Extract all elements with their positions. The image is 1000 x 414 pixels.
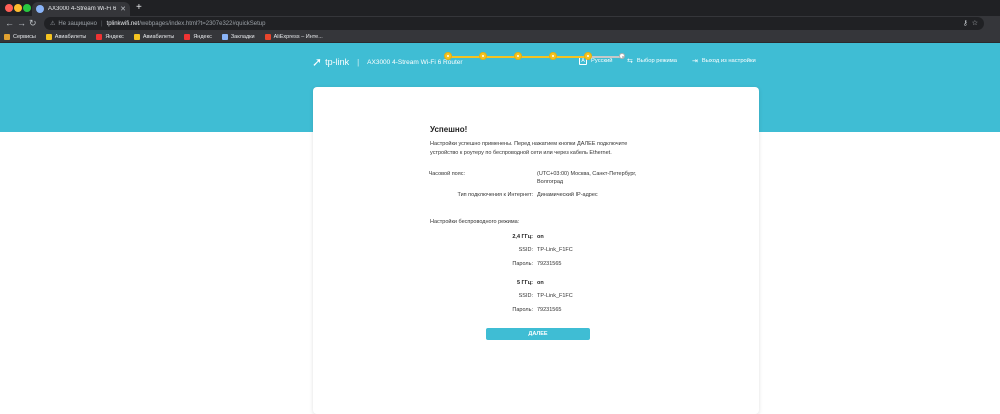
browser-toolbar: ← → ↻ ⚠ Не защищено | tplinkwifi.net /we… xyxy=(0,16,1000,31)
band5-password-label: Пароль: xyxy=(512,307,533,313)
maximize-window-button[interactable] xyxy=(23,4,31,12)
bookmark-label: Авиабилеты xyxy=(142,33,175,40)
bookmark-avia-1[interactable]: Авиабилеты xyxy=(45,33,87,40)
band24-ssid-label: SSID: xyxy=(518,247,533,253)
tplink-logo: ➚ tp-link | AX3000 4-Stream Wi-Fi 6 Rout… xyxy=(312,55,463,69)
band5-password: 79231565 xyxy=(537,307,562,313)
step-6 xyxy=(619,53,625,59)
timezone-value: (UTC+03:00) Москва, Санкт-Петербург, Вол… xyxy=(537,171,637,185)
tab-favicon-icon xyxy=(36,5,44,13)
connection-type-label: Тип подключения к Интернет: xyxy=(457,192,533,198)
bookmark-label: Сервисы xyxy=(13,33,36,40)
warning-icon: ⚠ xyxy=(50,21,56,27)
tplink-logo-icon: ➚ xyxy=(312,55,323,69)
bookmark-yandex-2[interactable]: Яндекс xyxy=(184,33,212,40)
separator: | xyxy=(100,20,103,27)
band24-label: 2,4 ГГц: xyxy=(512,234,533,240)
mode-switch-icon: ⇆ xyxy=(627,58,633,65)
logout-link[interactable]: ⇥ Выход из настройки xyxy=(692,57,756,65)
back-icon[interactable]: ← xyxy=(5,17,14,30)
step-5 xyxy=(584,52,592,60)
logout-icon: ⇥ xyxy=(692,58,698,65)
not-secure-label: Не защищено xyxy=(58,20,97,27)
tab-close-icon[interactable]: ✕ xyxy=(120,5,126,13)
step-4 xyxy=(549,52,557,60)
brand-name: tp-link xyxy=(325,57,350,67)
address-bar[interactable]: ⚠ Не защищено | tplinkwifi.net /webpages… xyxy=(44,17,984,30)
bookmark-label: AliExpress – Инте... xyxy=(273,33,323,40)
url-host: tplinkwifi.net xyxy=(106,20,140,27)
router-page: ➚ tp-link | AX3000 4-Stream Wi-Fi 6 Rout… xyxy=(0,43,1000,414)
language-label: Русский xyxy=(591,58,613,64)
tab-title: AX3000 4-Stream Wi-Fi 6 Rou xyxy=(48,6,118,12)
bookmark-label: Яндекс xyxy=(193,33,212,40)
success-title: Успешно! xyxy=(430,125,468,134)
key-icon[interactable]: ⚷ ☆ xyxy=(963,19,978,27)
bookmark-services[interactable]: Сервисы xyxy=(4,33,36,40)
browser-tab-bar: AX3000 4-Stream Wi-Fi 6 Rou ✕ + xyxy=(0,0,1000,16)
band5-label: 5 ГГц: xyxy=(516,280,533,286)
minimize-window-button[interactable] xyxy=(14,4,22,12)
folder-icon xyxy=(221,33,228,40)
success-description: Настройки успешно применены. Перед нажат… xyxy=(430,141,628,156)
band24-password: 79231565 xyxy=(537,261,562,267)
close-window-button[interactable] xyxy=(5,4,13,12)
progress-line-pending xyxy=(588,56,623,58)
yandex-icon xyxy=(184,33,191,40)
bookmark-folder[interactable]: Закладки xyxy=(221,33,255,40)
new-tab-button[interactable]: + xyxy=(136,2,142,14)
bookmark-avia-2[interactable]: Авиабилеты xyxy=(133,33,175,40)
browser-tab[interactable]: AX3000 4-Stream Wi-Fi 6 Rou ✕ xyxy=(32,2,130,16)
bookmarks-bar: Сервисы Авиабилеты Яндекс Авиабилеты Янд… xyxy=(0,31,1000,43)
bookmark-label: Яндекс xyxy=(105,33,124,40)
bookmark-label: Авиабилеты xyxy=(54,33,87,40)
step-3 xyxy=(514,52,522,60)
timezone-label: Часовой пояс: xyxy=(428,171,465,177)
quick-setup-card xyxy=(313,87,759,414)
mode-label: Выбор режима xyxy=(636,58,677,64)
plane-icon xyxy=(45,33,52,40)
bookmark-yandex-1[interactable]: Яндекс xyxy=(96,33,124,40)
reload-icon[interactable]: ↻ xyxy=(29,17,37,30)
url-path: /webpages/index.html?t=2307e322#quickSet… xyxy=(139,20,266,27)
band5-state: on xyxy=(537,280,544,286)
band5-ssid-label: SSID: xyxy=(518,293,533,299)
yandex-icon xyxy=(96,33,103,40)
forward-icon[interactable]: → xyxy=(17,17,26,30)
logout-label: Выход из настройки xyxy=(701,58,756,64)
bookmark-label: Закладки xyxy=(230,33,255,40)
aliexpress-icon xyxy=(264,33,271,40)
divider: | xyxy=(357,57,360,67)
wireless-settings-title: Настройки беспроводного режима: xyxy=(430,219,520,225)
step-2 xyxy=(479,52,487,60)
next-button[interactable]: ДАЛЕЕ xyxy=(486,328,590,340)
band24-ssid: TP-Link_F1FC xyxy=(537,247,573,253)
plane-icon xyxy=(133,33,140,40)
apps-icon xyxy=(4,33,10,40)
band24-state: on xyxy=(537,234,544,240)
step-1 xyxy=(444,52,452,60)
bookmark-aliexpress[interactable]: AliExpress – Инте... xyxy=(264,33,323,40)
connection-type-value: Динамический IP-адрес xyxy=(537,192,598,198)
band5-ssid: TP-Link_F1FC xyxy=(537,293,573,299)
mode-link[interactable]: ⇆ Выбор режима xyxy=(627,57,677,65)
band24-password-label: Пароль: xyxy=(512,261,533,267)
